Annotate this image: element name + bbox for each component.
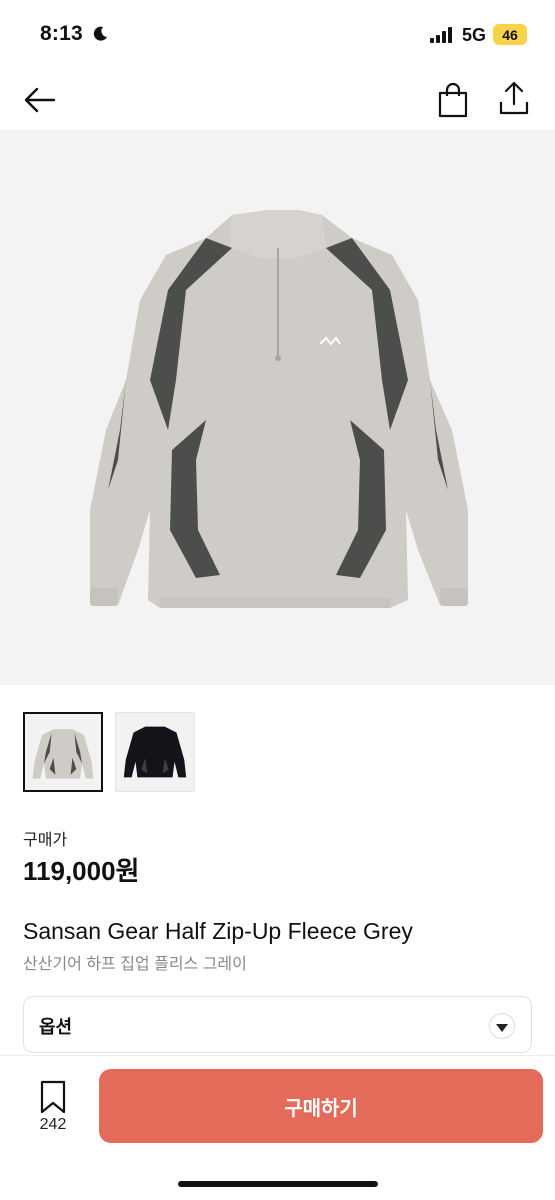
status-time: 8:13 — [40, 22, 83, 45]
signal-icon — [430, 27, 452, 43]
product-name: Sansan Gear Half Zip-Up Fleece Grey — [23, 918, 413, 944]
bookmark-icon — [40, 1080, 66, 1114]
wishlist-count: 242 — [39, 1116, 67, 1133]
price-label: 구매가 — [23, 832, 68, 849]
thumbnail-grey[interactable] — [23, 712, 103, 792]
back-arrow-icon[interactable] — [20, 80, 60, 120]
chevron-down-icon[interactable] — [489, 1013, 515, 1039]
thumbnail-grey-image — [32, 729, 94, 779]
network-label: 5G — [462, 25, 487, 45]
home-indicator — [178, 1181, 378, 1187]
moon-icon — [93, 26, 107, 41]
buy-button[interactable]: 구매하기 — [99, 1069, 543, 1143]
share-icon[interactable] — [497, 78, 531, 118]
product-name-korean: 산산기어 하프 집업 플리스 그레이 — [23, 956, 247, 973]
top-nav — [0, 70, 555, 130]
thumbnail-black[interactable] — [115, 712, 195, 792]
wishlist-button[interactable]: 242 — [24, 1080, 82, 1140]
option-label: 옵션 — [39, 1017, 73, 1037]
product-image[interactable] — [0, 130, 555, 685]
fleece-jacket-illustration — [90, 210, 468, 608]
price: 119,000원 — [23, 856, 140, 886]
option-select[interactable]: 옵션 — [23, 996, 532, 1053]
thumbnail-strip — [23, 712, 195, 792]
thumbnail-black-image — [123, 726, 187, 778]
bottom-bar: 242 구매하기 — [0, 1055, 555, 1200]
battery-indicator: 46 — [493, 24, 527, 45]
status-bar: 8:13 5G 46 — [0, 0, 555, 70]
shopping-bag-icon[interactable] — [436, 80, 470, 120]
